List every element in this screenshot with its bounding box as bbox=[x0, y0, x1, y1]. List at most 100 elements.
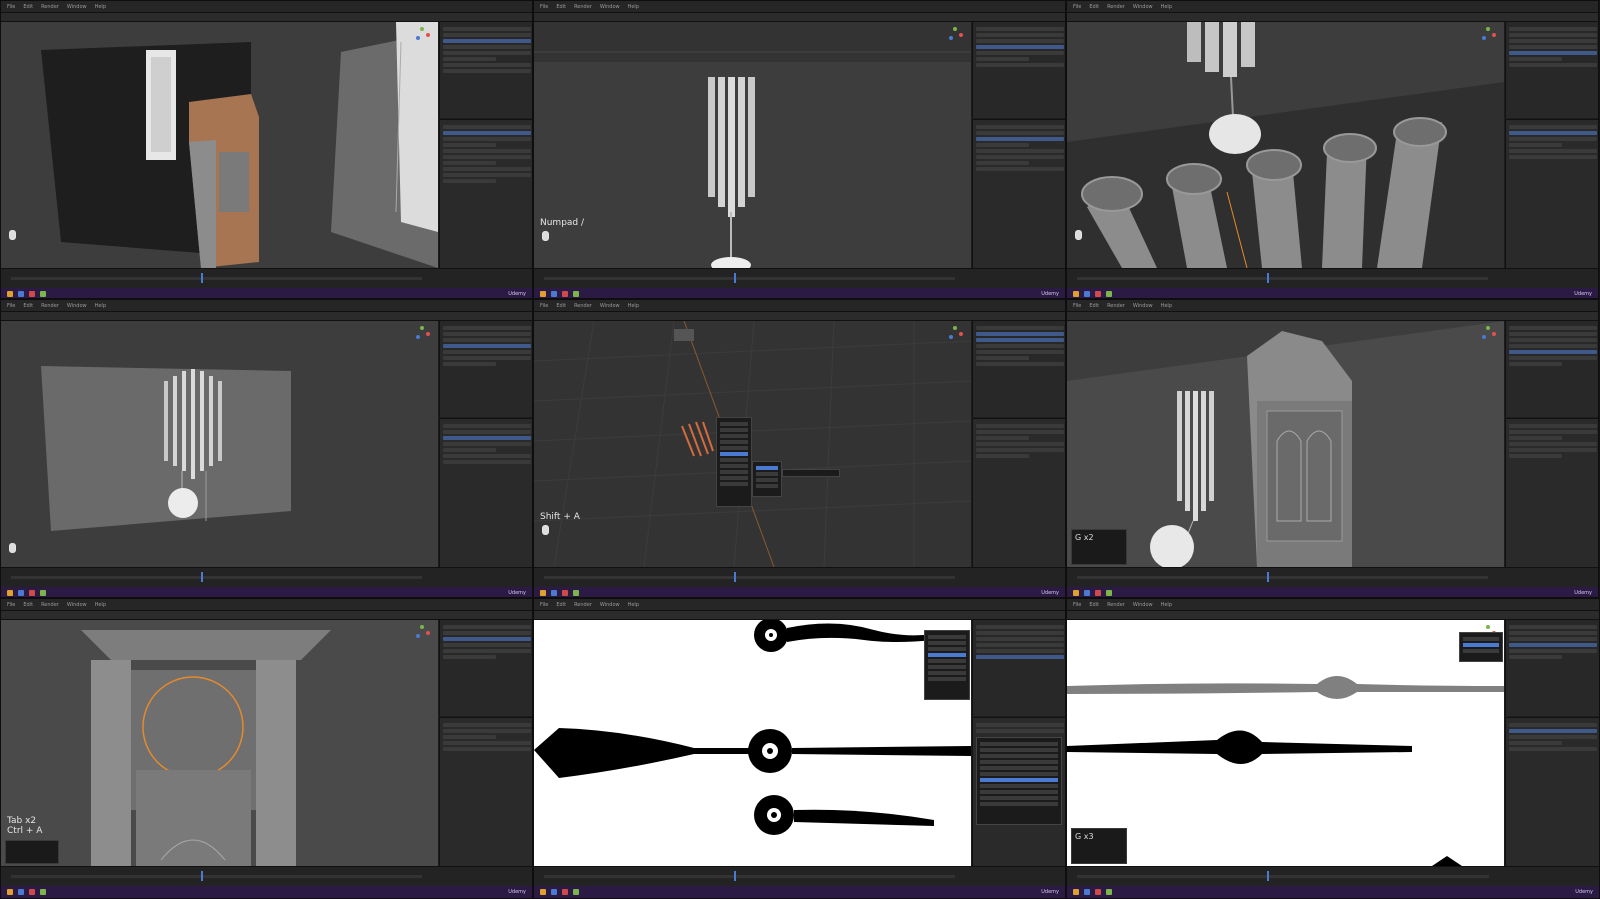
n-panel[interactable] bbox=[924, 630, 970, 700]
top-menu-bar[interactable]: File Edit Render Window Help bbox=[534, 599, 1065, 611]
navigation-gizmo[interactable] bbox=[947, 26, 965, 44]
timeline[interactable] bbox=[534, 268, 1065, 288]
panel-6: File Edit Render Window Help G x2 Udemy bbox=[1066, 299, 1599, 598]
add-menu[interactable] bbox=[716, 417, 752, 507]
outliner[interactable] bbox=[1505, 620, 1599, 716]
taskbar-label: Udemy bbox=[1041, 590, 1059, 596]
top-menu-bar[interactable]: File Edit Render Window Help bbox=[1, 599, 532, 611]
navigation-gizmo[interactable] bbox=[414, 624, 432, 642]
mouse-icon bbox=[9, 230, 16, 240]
panel-9: File Edit Render Window Help G x3 Udemy bbox=[1066, 598, 1600, 899]
navigation-gizmo[interactable] bbox=[1480, 325, 1498, 343]
top-menu-bar[interactable]: File Edit Render Window Help bbox=[1, 300, 532, 312]
properties-panel[interactable] bbox=[972, 717, 1065, 866]
taskbar-label: Udemy bbox=[1574, 590, 1592, 596]
3d-viewport[interactable] bbox=[1067, 22, 1504, 268]
panel-4: File Edit Render Window Help Udemy bbox=[0, 299, 533, 598]
clock-hands-reference bbox=[534, 620, 971, 835]
top-menu-bar[interactable]: File Edit Render Window Help bbox=[1067, 1, 1598, 13]
header-toolbar[interactable] bbox=[534, 312, 1065, 321]
properties-panel[interactable] bbox=[439, 119, 532, 268]
timeline[interactable] bbox=[534, 866, 1065, 886]
keystroke-overlay: Numpad / bbox=[540, 218, 585, 228]
reference-image-viewport[interactable]: G x3 bbox=[1067, 620, 1504, 866]
top-menu-bar[interactable]: File Edit Render Window Help bbox=[534, 1, 1065, 13]
image-menu[interactable] bbox=[976, 737, 1062, 825]
top-menu-bar[interactable]: File Edit Render Window Help bbox=[1, 1, 532, 13]
n-panel[interactable] bbox=[1459, 632, 1503, 662]
taskbar: Udemy bbox=[1067, 886, 1599, 898]
timeline[interactable] bbox=[1, 268, 532, 288]
timeline[interactable] bbox=[1, 866, 532, 886]
taskbar: Udemy bbox=[534, 886, 1065, 898]
taskbar-label: Udemy bbox=[508, 291, 526, 297]
properties-panel[interactable] bbox=[972, 119, 1065, 268]
keystroke-panel: G x2 bbox=[1071, 529, 1127, 565]
scene-clock-cabinet bbox=[1067, 321, 1504, 567]
mouse-icon bbox=[542, 231, 549, 241]
header-toolbar[interactable] bbox=[534, 611, 1065, 620]
properties-panel[interactable] bbox=[439, 418, 532, 567]
scene-chime-backboard bbox=[41, 366, 291, 531]
properties-panel[interactable] bbox=[972, 418, 1065, 567]
outliner[interactable] bbox=[972, 620, 1065, 716]
panel-2: File Edit Render Window Help Numpad / Ud… bbox=[533, 0, 1066, 299]
scene-add-menu bbox=[534, 321, 971, 567]
navigation-gizmo[interactable] bbox=[1480, 26, 1498, 44]
outliner[interactable] bbox=[972, 22, 1065, 118]
navigation-gizmo[interactable] bbox=[947, 325, 965, 343]
properties-panel[interactable] bbox=[1505, 717, 1599, 866]
mouse-icon bbox=[9, 543, 16, 553]
top-menu-bar[interactable]: File Edit Render Window Help bbox=[534, 300, 1065, 312]
outliner[interactable] bbox=[1505, 321, 1598, 417]
header-toolbar[interactable] bbox=[1, 13, 532, 22]
keystroke-overlay: G x2 bbox=[1075, 533, 1094, 542]
outliner[interactable] bbox=[439, 620, 532, 716]
header-toolbar[interactable] bbox=[534, 13, 1065, 22]
reference-image-viewport[interactable] bbox=[534, 620, 971, 866]
header-toolbar[interactable] bbox=[1067, 611, 1599, 620]
taskbar: Udemy bbox=[1067, 587, 1598, 597]
header-toolbar[interactable] bbox=[1067, 312, 1598, 321]
timeline[interactable] bbox=[534, 567, 1065, 587]
properties-panel[interactable] bbox=[1505, 119, 1598, 268]
scene-chime-tubes bbox=[534, 22, 971, 268]
navigation-gizmo[interactable] bbox=[414, 26, 432, 44]
keystroke-overlay: G x3 bbox=[1075, 832, 1094, 841]
mouse-icon bbox=[542, 525, 549, 535]
panel-1: File Edit Render Window Help Udemy bbox=[0, 0, 533, 299]
timeline[interactable] bbox=[1067, 567, 1598, 587]
scene-tube-caps bbox=[1067, 22, 1504, 268]
taskbar: Udemy bbox=[534, 288, 1065, 298]
outliner[interactable] bbox=[972, 321, 1065, 417]
outliner[interactable] bbox=[439, 22, 532, 118]
3d-viewport[interactable] bbox=[1, 321, 438, 567]
3d-viewport[interactable]: Shift + A bbox=[534, 321, 971, 567]
add-submenu[interactable] bbox=[752, 461, 782, 497]
header-toolbar[interactable] bbox=[1, 611, 532, 620]
clock-hands-reference bbox=[1067, 676, 1504, 866]
taskbar: Udemy bbox=[1, 587, 532, 597]
panel-3: File Edit Render Window Help Udemy bbox=[1066, 0, 1599, 299]
scene-clock-face bbox=[1, 620, 438, 866]
top-menu-bar[interactable]: File Edit Render Window Help bbox=[1067, 599, 1599, 611]
taskbar-label: Udemy bbox=[508, 590, 526, 596]
3d-viewport[interactable]: Numpad / bbox=[534, 22, 971, 268]
header-toolbar[interactable] bbox=[1, 312, 532, 321]
keystroke-overlay: Shift + A bbox=[540, 512, 580, 522]
outliner[interactable] bbox=[439, 321, 532, 417]
timeline[interactable] bbox=[1, 567, 532, 587]
navigation-gizmo[interactable] bbox=[414, 325, 432, 343]
menu-tooltip bbox=[782, 469, 840, 477]
properties-panel[interactable] bbox=[1505, 418, 1598, 567]
3d-viewport[interactable] bbox=[1, 22, 438, 268]
3d-viewport[interactable]: Tab x2 Ctrl + A bbox=[1, 620, 438, 866]
header-toolbar[interactable] bbox=[1067, 13, 1598, 22]
mouse-icon bbox=[1075, 230, 1082, 240]
outliner[interactable] bbox=[1505, 22, 1598, 118]
properties-panel[interactable] bbox=[439, 717, 532, 866]
3d-viewport[interactable]: G x2 bbox=[1067, 321, 1504, 567]
timeline[interactable] bbox=[1067, 268, 1598, 288]
timeline[interactable] bbox=[1067, 866, 1599, 886]
top-menu-bar[interactable]: File Edit Render Window Help bbox=[1067, 300, 1598, 312]
